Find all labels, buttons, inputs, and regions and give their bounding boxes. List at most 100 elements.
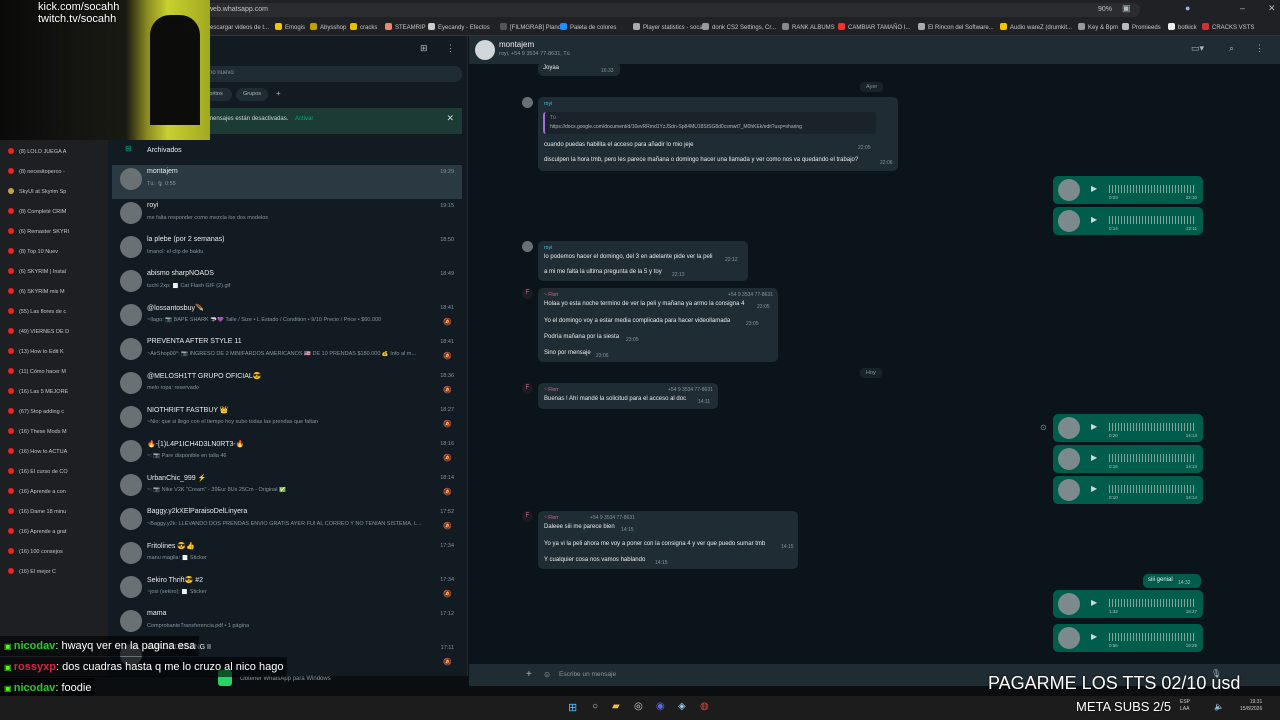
forward-icon[interactable]: ⊙ — [1040, 423, 1047, 432]
group-avatar[interactable] — [475, 40, 495, 60]
steam-icon[interactable]: ◈ — [678, 701, 686, 712]
extensions-icon[interactable]: ▣ — [1122, 3, 1131, 14]
waveform[interactable] — [1109, 599, 1195, 607]
message-bubble[interactable]: royi Tú https://docs.google.com/document… — [538, 97, 898, 171]
waveform[interactable] — [1109, 423, 1195, 431]
voice-message[interactable]: ▶ 0:55 19:29 — [1053, 624, 1203, 652]
browser-tab[interactable]: (6) SKYRIM | Instal — [0, 262, 108, 282]
browser-tab[interactable]: (49) VIERNES DE D — [0, 322, 108, 342]
browser-tab[interactable]: (16) Aprende a con — [0, 482, 108, 502]
browser-tab[interactable]: (11) Cómo hacer M — [0, 362, 108, 382]
bookmark-item[interactable]: Paleta de colores — [560, 20, 616, 36]
bookmark-item[interactable]: Audio wareZ (drumkit... — [1000, 20, 1072, 36]
language-indicator[interactable]: ESP LAA — [1180, 699, 1190, 713]
system-clock[interactable]: 19:31 15/8/2026 — [1240, 699, 1262, 713]
video-call-icon[interactable]: ▭▾ — [1191, 43, 1204, 54]
file-explorer-icon[interactable]: ▰ — [612, 701, 620, 712]
search-icon[interactable]: ⌕ — [1229, 43, 1234, 54]
browser-tab[interactable]: (16) Aprende a grat — [0, 522, 108, 542]
voice-message[interactable]: ▶ 0:16 14:13 — [1053, 445, 1203, 473]
browser-tab[interactable]: (55) Las flores de c — [0, 302, 108, 322]
chat-list-item[interactable]: 🔥-[1)L4P1ICH4D3LN0RT3-🔥 ~: 📷 Pare disponi… — [112, 437, 462, 471]
voice-message[interactable]: ▶ 0:03 22:10 — [1053, 176, 1203, 204]
play-icon[interactable]: ▶ — [1091, 484, 1097, 493]
start-icon[interactable]: ⊞ — [568, 701, 577, 714]
browser-tab[interactable]: (6) SKYRIM mis M — [0, 282, 108, 302]
chat-list-item[interactable]: Fritolines 😎👍 manu maglia: 📄 Sticker 17:34 — [112, 539, 462, 573]
discord-icon[interactable]: ◉ — [656, 701, 665, 712]
voice-message[interactable]: ▶ 0:14 22:11 — [1053, 207, 1203, 235]
bookmark-item[interactable]: Eyecandy - Efectos — [428, 20, 490, 36]
message-bubble[interactable]: ~ Florr +54 9 3534 77-8631 Holaa yo esta… — [538, 288, 778, 362]
bookmark-item[interactable]: donk CS2 Settings, Cr... — [702, 20, 776, 36]
browser-tab[interactable]: (16) Las 5 MEJORE — [0, 382, 108, 402]
voice-message[interactable]: ▶ 0:20 14:13 — [1053, 414, 1203, 442]
menu-icon[interactable]: ⋮ — [446, 43, 455, 54]
message-bubble[interactable]: ~ Florr +54 9 3534 77-8631 Daleee siii m… — [538, 511, 798, 569]
banner-close-icon[interactable]: ✕ — [446, 113, 454, 124]
waveform[interactable] — [1109, 633, 1195, 641]
bookmark-item[interactable]: El Rincon del Software... — [918, 20, 994, 36]
bookmark-item[interactable]: Key & Bpm — [1078, 20, 1118, 36]
browser-tab[interactable]: SkyUI at Skyrim Sp — [0, 182, 108, 202]
play-icon[interactable]: ▶ — [1091, 598, 1097, 607]
sticker-icon[interactable]: ☺ — [543, 670, 551, 679]
bookmark-item[interactable]: RANK ALBUMS — [782, 20, 835, 36]
bookmark-item[interactable]: [FILMGRAB] Planos — [500, 20, 564, 36]
chat-list-item[interactable]: NIOTHRIFT FASTBUY 👑 ~Nio: que si llego co… — [112, 403, 462, 437]
minimize-icon[interactable]: – — [1240, 3, 1245, 13]
search-input[interactable]: no nuevo — [200, 66, 462, 82]
bookmark-item[interactable]: STEAMRIP — [385, 20, 426, 36]
quoted-message[interactable]: Tú https://docs.google.com/document/d/10… — [543, 112, 876, 134]
address-bar[interactable]: web.whatsapp.com — [180, 3, 1140, 17]
message-bubble[interactable]: royi lo podemos hacer el domingo, del 3 … — [538, 241, 748, 281]
waveform[interactable] — [1109, 216, 1195, 224]
filter-groups[interactable]: Grupos — [236, 88, 268, 101]
play-icon[interactable]: ▶ — [1091, 422, 1097, 431]
chat-list-item[interactable]: Baggy.y2kXElParaisoDelLinyera ~Baggy.y2k:… — [112, 505, 462, 539]
browser-tab[interactable]: (16) These Mods M — [0, 422, 108, 442]
browser-tab[interactable]: (8) Top 10 Nuev — [0, 242, 108, 262]
chat-list-item[interactable]: montajem Tú: 🎙 0:55 19:29 — [112, 165, 462, 199]
chat-list-item[interactable]: Sekiro Thrift😎 #2 ~josi (sekiro): 📄 Stick… — [112, 573, 462, 607]
browser-tab[interactable]: (8) Completé CRIM — [0, 202, 108, 222]
browser-tab[interactable]: (6) Remaster SKYRI — [0, 222, 108, 242]
chat-list-item[interactable]: la plebe (por 2 semanas) Imanol: el clip … — [112, 233, 462, 267]
browser-tab[interactable]: (13) How to Edit K — [0, 342, 108, 362]
play-icon[interactable]: ▶ — [1091, 632, 1097, 641]
bookmark-item[interactable]: Emogis — [275, 20, 305, 36]
obs-icon[interactable]: ◎ — [634, 701, 643, 712]
new-chat-icon[interactable]: ⊞ — [420, 43, 428, 54]
banner-activate-link[interactable]: Activar — [295, 116, 313, 122]
chat-list-item[interactable]: @lossantosbuy🪶 ~Ilago: 📷 BAPE SHARK 🦈💜 Ta… — [112, 301, 462, 335]
chat-list-item[interactable]: abismo sharpNOADS tuchi 2xp: 📄 Cat Flash … — [112, 267, 462, 301]
voice-message[interactable]: ▶ 0:10 14:14 — [1053, 476, 1203, 504]
browser-tab[interactable]: (16) How to ACTUA — [0, 442, 108, 462]
bookmark-item[interactable]: cracks — [350, 20, 377, 36]
close-window-icon[interactable]: ✕ — [1268, 3, 1276, 14]
bookmark-item[interactable]: Player statistics - soca... — [633, 20, 708, 36]
browser-tab[interactable]: (16) El mejor C — [0, 562, 108, 582]
browser-tab[interactable]: (67) Stop adding c — [0, 402, 108, 422]
bookmark-item[interactable]: botkick — [1168, 20, 1197, 36]
chrome-icon[interactable]: ◍ — [700, 701, 709, 712]
waveform[interactable] — [1109, 454, 1195, 462]
attach-icon[interactable]: + — [526, 669, 532, 680]
conversation-header[interactable]: montajem royi, +54 9 3534 77-8631, Tú ▭▾… — [469, 36, 1280, 64]
chat-list-item[interactable]: royi me falta responder como mezcla los d… — [112, 199, 462, 233]
bookmark-item[interactable]: CRACKS VSTS — [1202, 20, 1254, 36]
bookmark-item[interactable]: Promieeds — [1122, 20, 1161, 36]
message-bubble[interactable]: siii genial 14:32 — [1143, 574, 1201, 588]
bookmark-item[interactable]: escargar videos de t... — [200, 20, 269, 36]
browser-tab[interactable]: (8) LOLO JUEGA A — [0, 142, 108, 162]
archived-row[interactable]: ⊟ Archivados — [112, 142, 462, 160]
profile-icon[interactable]: ● — [1185, 3, 1190, 13]
waveform[interactable] — [1109, 185, 1195, 193]
play-icon[interactable]: ▶ — [1091, 215, 1097, 224]
browser-tab[interactable]: (16) 100 consejos — [0, 542, 108, 562]
waveform[interactable] — [1109, 485, 1195, 493]
menu-icon[interactable]: ⋮ — [1255, 43, 1264, 54]
chat-list-item[interactable]: UrbanChic_999 ⚡ ~: 📷 Nike V2K "Cream" - 3… — [112, 471, 462, 505]
bookmark-item[interactable]: Abysshop — [310, 20, 346, 36]
message-bubble[interactable]: Joyaa 16:33 — [538, 62, 620, 76]
